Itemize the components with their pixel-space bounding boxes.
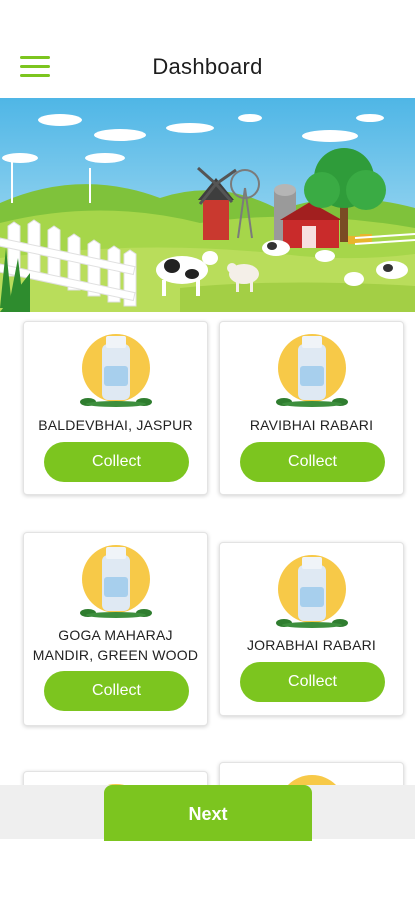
page-title: Dashboard [152, 54, 263, 79]
farmer-card: JORABHAI RABARI Collect [219, 542, 404, 716]
farmer-card-grid: BALDEVBHAI, JASPUR Collect RAVIBHAI RABA… [0, 312, 415, 787]
farmer-name: GOGA MAHARAJ MANDIR, GREEN WOOD [32, 627, 199, 663]
farmer-card: BALDEVBHAI, JASPUR Collect [23, 321, 208, 495]
next-button[interactable]: Next [104, 785, 312, 841]
farmer-card: GOGA MAHARAJ MANDIR, GREEN WOOD Collect [23, 532, 208, 726]
farm-banner [0, 98, 415, 312]
farm-banner-illustration [0, 98, 415, 312]
farmer-name: JORABHAI RABARI [246, 637, 377, 653]
milk-bottle-icon [272, 330, 352, 410]
milk-bottle-icon [76, 330, 156, 410]
milk-bottle-icon [272, 551, 352, 631]
farmer-name: RAVIBHAI RABARI [249, 417, 374, 433]
collect-button[interactable]: Collect [44, 442, 189, 482]
milk-bottle-icon [76, 541, 156, 621]
app-bar: Dashboard [0, 38, 415, 98]
farmer-card [219, 762, 404, 787]
collect-button[interactable]: Collect [44, 671, 189, 711]
collect-button[interactable]: Collect [240, 442, 385, 482]
farmer-name: BALDEVBHAI, JASPUR [38, 417, 193, 433]
farmer-card: RAVIBHAI RABARI Collect [219, 321, 404, 495]
collect-button[interactable]: Collect [240, 662, 385, 702]
